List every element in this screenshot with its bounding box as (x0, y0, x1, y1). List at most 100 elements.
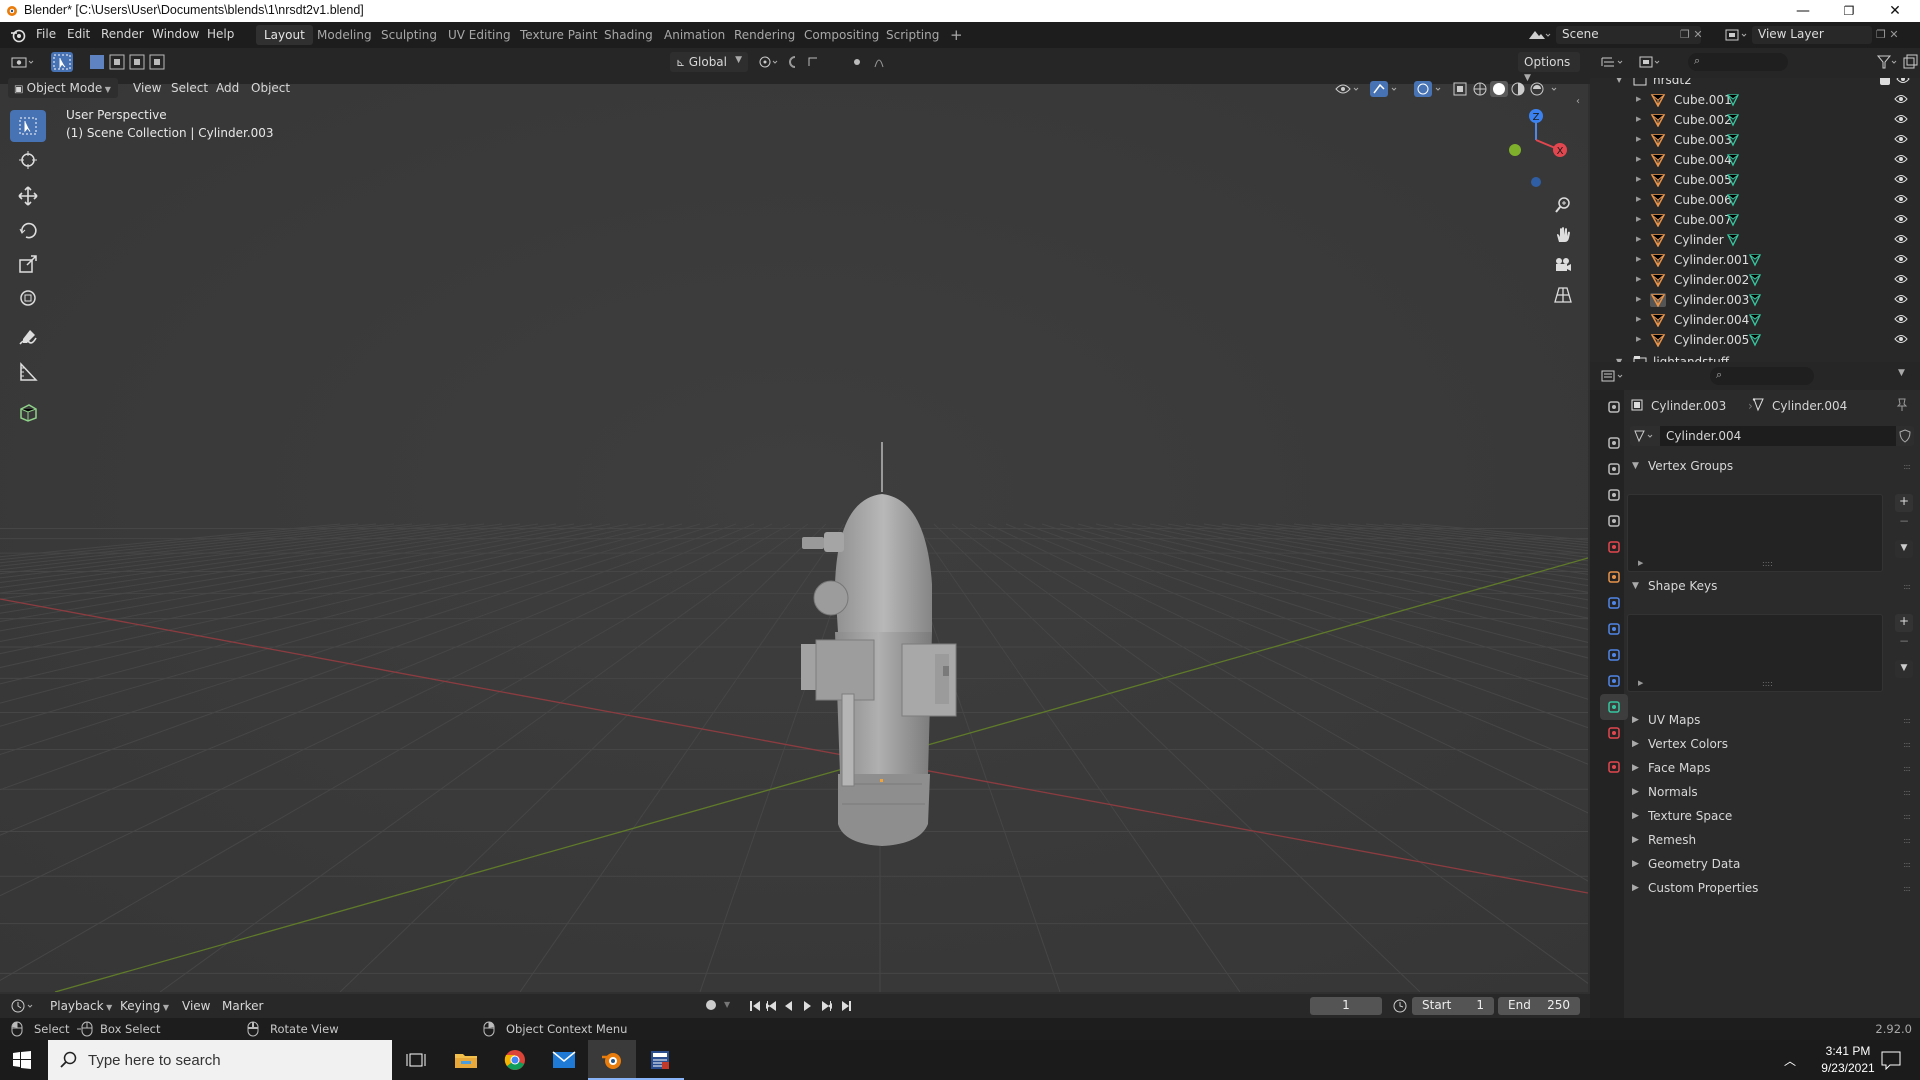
expand-triangle-icon[interactable]: ▶ (1636, 135, 1641, 143)
world-tab-icon[interactable] (1600, 534, 1628, 560)
mesh-browse-button[interactable] (1630, 426, 1660, 446)
outliner-object-row[interactable]: ▶ Cube.002 (1590, 110, 1920, 130)
panel-header-face-maps[interactable]: ▶ Face Maps:::: (1626, 758, 1916, 780)
panel-header-remesh[interactable]: ▶ Remesh:::: (1626, 830, 1916, 852)
expand-triangle-icon[interactable]: ▶ (1636, 215, 1641, 223)
select-box-tool[interactable] (10, 110, 46, 142)
tab-shading[interactable]: Shading (596, 25, 661, 45)
mesh-data-icon[interactable] (1748, 333, 1762, 347)
tool-tab-icon[interactable] (1600, 394, 1628, 420)
drag-grip-icon[interactable]: :::: (1903, 788, 1911, 797)
modifier-tab-icon[interactable] (1600, 590, 1628, 616)
outliner-object-row[interactable]: ▶ Cylinder (1590, 230, 1920, 250)
select-tool-active-icon[interactable] (51, 52, 73, 72)
outliner-object-row[interactable]: ▶ Cylinder.004 (1590, 310, 1920, 330)
tab-layout[interactable]: Layout (256, 25, 313, 45)
viewport-menu-select[interactable]: Select (165, 78, 214, 98)
panel-header-custom-properties[interactable]: ▶ Custom Properties:::: (1626, 878, 1916, 900)
outliner-editor-icon[interactable] (1600, 54, 1628, 70)
panel-header-geometry-data[interactable]: ▶ Geometry Data:::: (1626, 854, 1916, 876)
restore-button[interactable]: ❐ (1826, 0, 1872, 22)
outliner-object-row[interactable]: ▶ Cube.001 (1590, 90, 1920, 110)
physics-tab-icon[interactable] (1600, 642, 1628, 668)
drag-grip-icon[interactable]: :::: (1903, 764, 1911, 773)
viewport-menu-object[interactable]: Object (245, 78, 296, 98)
eye-icon[interactable] (1894, 173, 1908, 185)
collection-checkbox[interactable] (1880, 78, 1890, 85)
list-expand-icon[interactable]: ▶ (1638, 679, 1643, 687)
timeline-editor-icon[interactable] (10, 998, 38, 1014)
outliner-object-row[interactable]: ▶ Cylinder.005 (1590, 330, 1920, 350)
timeline-marker-menu[interactable]: Marker (216, 996, 269, 1016)
tab-sculpting[interactable]: Sculpting (373, 25, 445, 45)
eye-icon[interactable] (1894, 333, 1908, 345)
taskbar-clock-date[interactable]: 9/23/2021 (1818, 1061, 1878, 1075)
scene-copy-icon[interactable]: ❐ ✕ (1680, 28, 1703, 41)
scene-icon[interactable] (1527, 27, 1551, 43)
menu-edit[interactable]: Edit (67, 27, 90, 41)
drag-grip-icon[interactable]: :::: (1903, 836, 1911, 845)
navigation-gizmo[interactable]: Z X (1498, 106, 1570, 188)
windows-start-icon[interactable] (12, 1050, 32, 1070)
list-resize-grip[interactable]: :::: (1762, 559, 1773, 568)
close-button[interactable]: ✕ (1872, 0, 1918, 22)
eye-icon[interactable] (1894, 213, 1908, 225)
blender-taskbar-button[interactable] (588, 1040, 636, 1080)
tab-rendering[interactable]: Rendering (726, 25, 803, 45)
eye-icon[interactable] (1894, 273, 1908, 285)
tab-uv-editing[interactable]: UV Editing (440, 25, 519, 45)
texture-tab-icon[interactable] (1600, 754, 1628, 780)
expand-triangle-icon[interactable]: ▶ (1636, 275, 1641, 283)
list-resize-grip[interactable]: :::: (1762, 679, 1773, 688)
expand-triangle-icon[interactable]: ▶ (1636, 95, 1641, 103)
mesh-data-icon[interactable] (1726, 133, 1740, 147)
view-layer-copy-icon[interactable]: ❐ ✕ (1876, 28, 1899, 41)
eye-icon[interactable] (1894, 233, 1908, 245)
taskbar-search-box[interactable]: Type here to search (48, 1040, 392, 1080)
perspective-grid-icon[interactable] (1554, 286, 1572, 304)
viewport-overlay-icons[interactable] (1334, 80, 1576, 98)
eye-icon[interactable] (1894, 93, 1908, 105)
mesh-data-icon[interactable] (1726, 173, 1740, 187)
rotate-tool[interactable] (10, 214, 46, 246)
3d-viewport[interactable]: User Perspective (1) Scene Collection | … (0, 84, 1588, 992)
add-cube-tool[interactable] (10, 396, 46, 428)
eye-icon[interactable] (1894, 113, 1908, 125)
drag-grip-icon[interactable]: :::: (1903, 884, 1911, 893)
timeline-playback-menu[interactable]: Playback ▼ (44, 996, 118, 1016)
remove-vertex-group-button[interactable]: − (1895, 514, 1913, 532)
pan-hand-icon[interactable] (1554, 226, 1572, 244)
viewport-menu-add[interactable]: Add (210, 78, 245, 98)
mesh-data-icon[interactable] (1726, 233, 1740, 247)
pin-icon[interactable] (1896, 398, 1908, 412)
mesh-name-field[interactable]: Cylinder.004 (1660, 426, 1896, 446)
task-view-icon[interactable] (406, 1050, 426, 1070)
expand-triangle-icon[interactable]: ▶ (1636, 315, 1641, 323)
tab-modeling[interactable]: Modeling (309, 25, 380, 45)
expand-triangle-icon[interactable]: ▶ (1636, 195, 1641, 203)
mesh-data-icon[interactable] (1748, 253, 1762, 267)
object-mode-dropdown[interactable]: ▣ Object Mode ▼ (8, 78, 118, 98)
outliner-object-row[interactable]: ▶ Cylinder.001 (1590, 250, 1920, 270)
drag-grip-icon[interactable]: :::: (1903, 812, 1911, 821)
measure-tool[interactable] (10, 356, 46, 388)
expand-triangle-icon[interactable]: ▶ (1636, 175, 1641, 183)
robot-model[interactable] (780, 354, 990, 874)
eye-icon[interactable] (1894, 193, 1908, 205)
mesh-data-icon[interactable] (1748, 273, 1762, 287)
properties-editor-icon[interactable] (1600, 368, 1628, 384)
scene-tab-icon[interactable] (1600, 508, 1628, 534)
mesh-data-icon[interactable] (1726, 93, 1740, 107)
outliner-object-row[interactable]: ▶ Cylinder.003 (1590, 290, 1920, 310)
particles-tab-icon[interactable] (1600, 616, 1628, 642)
tab-compositing[interactable]: Compositing (796, 25, 887, 45)
tab-animation[interactable]: Animation (656, 25, 733, 45)
new-collection-icon[interactable] (1902, 54, 1918, 70)
tray-chevron-up-icon[interactable]: ︿ (1784, 1052, 1796, 1069)
annotate-tool[interactable] (10, 322, 46, 354)
material-tab-icon[interactable] (1600, 720, 1628, 746)
camera-view-icon[interactable] (1553, 256, 1573, 274)
cursor-tool[interactable] (10, 144, 46, 176)
vertex-group-specials-button[interactable]: ▼ (1895, 540, 1913, 558)
viewport-menu-view[interactable]: View (127, 78, 167, 98)
